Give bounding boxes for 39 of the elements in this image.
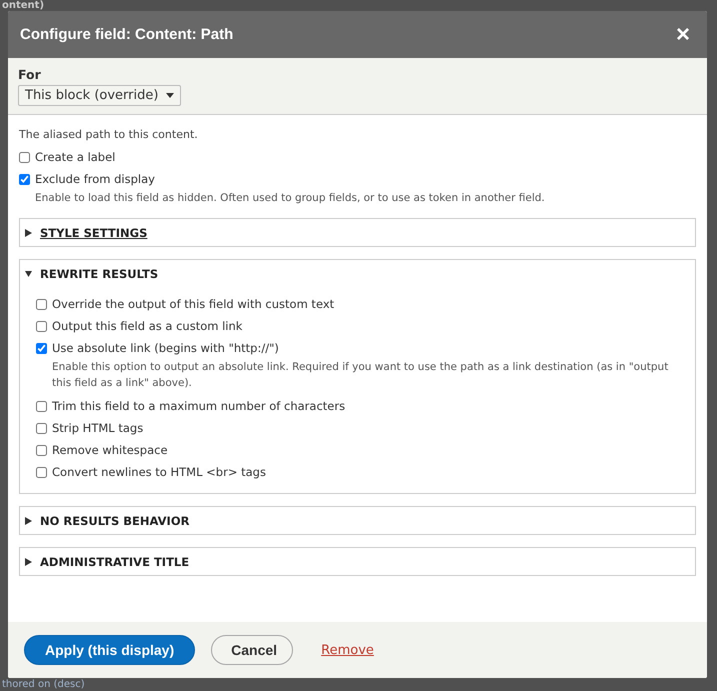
- remove-link[interactable]: Remove: [321, 642, 374, 658]
- cancel-button[interactable]: Cancel: [211, 635, 294, 665]
- triangle-icon: [25, 228, 32, 236]
- triangle-icon: [25, 516, 32, 524]
- checkbox-label: Trim this field to a maximum number of characters: [52, 399, 346, 413]
- checkbox[interactable]: [36, 422, 47, 434]
- checkbox-label: Convert newlines to HTML <br> tags: [52, 465, 266, 479]
- checkbox-label: Output this field as a custom link: [52, 319, 242, 333]
- close-button[interactable]: ×: [676, 22, 690, 46]
- display-select[interactable]: This block (override): [18, 85, 182, 106]
- section-toggle[interactable]: NO RESULTS BEHAVIOR: [20, 507, 695, 534]
- apply-button[interactable]: Apply (this display): [24, 635, 196, 665]
- triangle-icon: [25, 558, 32, 566]
- field-description: The aliased path to this content.: [19, 128, 199, 141]
- section-toggle[interactable]: REWRITE RESULTS: [20, 260, 695, 287]
- section-toggle[interactable]: ADMINISTRATIVE TITLE: [20, 548, 695, 575]
- triangle-icon: [25, 270, 32, 278]
- checkbox[interactable]: [36, 320, 47, 332]
- for-label: For: [18, 67, 41, 82]
- checkbox-label: Remove whitespace: [52, 443, 168, 457]
- checkbox[interactable]: [36, 298, 47, 310]
- sort-text: thored on (desc): [2, 679, 85, 690]
- checkbox-label: Override the output of this field with custom text: [52, 297, 334, 311]
- dialog-title: Configure field: Content: Path: [20, 26, 234, 43]
- checkbox-label: Exclude from display: [35, 172, 155, 186]
- option-description: Enable to load this field as hidden. Often used to group fields, or to use as token in another field.: [35, 191, 546, 206]
- checkbox-label: Strip HTML tags: [52, 421, 144, 435]
- checkbox[interactable]: [19, 152, 30, 162]
- section-toggle[interactable]: STYLE SETTINGS: [20, 219, 695, 246]
- checkbox[interactable]: [36, 400, 47, 412]
- checkbox[interactable]: [36, 342, 47, 354]
- page-heading: ontent): [2, 0, 44, 11]
- checkbox-label: Create a label: [35, 150, 116, 164]
- checkbox[interactable]: [36, 444, 47, 456]
- checkbox[interactable]: [19, 174, 30, 184]
- checkbox-label: Use absolute link (begins with "http://"): [52, 341, 279, 355]
- caret-icon: [166, 93, 174, 98]
- checkbox[interactable]: [36, 466, 47, 478]
- option-description: Enable this option to output an absolute link. Required if you want to use the path as a link destination (as in "output this field as a link" above).: [52, 360, 670, 391]
